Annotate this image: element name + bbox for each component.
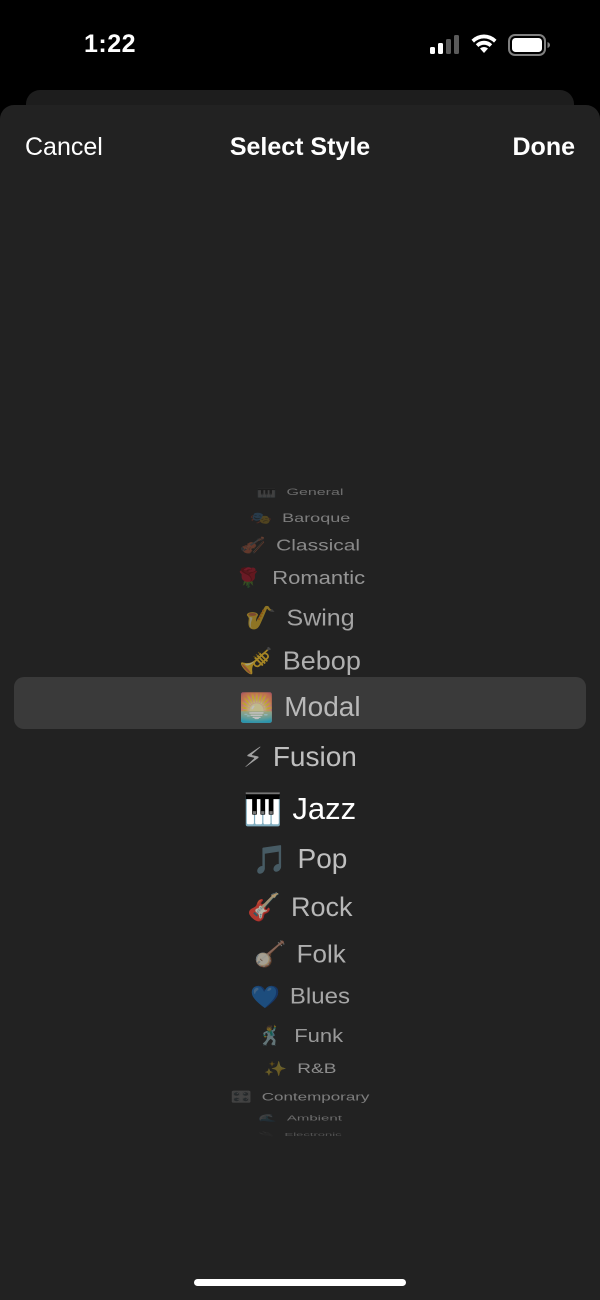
style-label: Contemporary [261,1090,370,1103]
style-emoji-icon: 💙 [250,984,280,1010]
style-emoji-icon: 🎛️ [230,1090,252,1103]
style-emoji-icon: 🎭 [249,511,273,525]
status-time: 1:22 [84,30,137,58]
picker-item[interactable]: 🎺 Bebop [0,642,600,680]
picker-item[interactable]: 🪕 Folk [0,935,600,973]
sheet-nav-bar: Cancel Select Style Done [0,105,600,195]
picker-item[interactable]: 🕺 Funk [0,1019,600,1053]
sheet-title: Select Style [229,133,371,161]
picker-item[interactable]: 🎹 General [0,482,600,504]
picker-item[interactable]: 🎷 Swing [0,600,600,637]
picker-item[interactable]: 🌹 Romantic [0,561,600,595]
style-emoji-icon: 🌊 [258,1114,277,1123]
style-emoji-icon: 🎻 [239,537,267,555]
done-button[interactable]: Done [513,133,576,162]
style-emoji-icon: 🕺 [256,1024,285,1047]
style-emoji-icon: 🌅 [239,691,275,723]
status-bar: 1:22 [0,0,600,92]
style-emoji-icon: 🔌 [258,1131,275,1137]
style-label: Folk [296,939,346,968]
style-label: Romantic [272,566,366,589]
style-emoji-icon: 🎷 [245,604,277,631]
style-label: Classical [276,537,361,555]
picker-item[interactable]: 💙 Blues [0,979,600,1016]
style-label: General [286,488,344,498]
style-picker-wheel[interactable]: 🎹 General 🎭 Baroque 🎻 Classical 🌹 Romantic 🎷 Swin… [0,375,600,1137]
style-emoji-icon: 🎸 [247,892,282,922]
style-label: Funk [294,1024,344,1047]
style-label: Blues [289,984,350,1009]
style-emoji-icon: ⚡ [243,741,263,773]
style-label: Swing [286,604,355,631]
style-label: Fusion [272,741,357,772]
picker-item[interactable]: ✨ R&B [0,1054,600,1084]
style-label: Bebop [282,646,361,675]
style-label: R&B [297,1060,337,1077]
style-label: Baroque [282,511,351,525]
style-emoji-icon: 🎵 [252,843,288,875]
style-emoji-icon: 🎹 [243,791,283,827]
style-emoji-icon: 🎹 [256,488,277,498]
style-label: Electronic [284,1131,342,1137]
picker-item[interactable]: ⚡ Fusion [0,737,600,777]
style-label: Pop [297,843,348,874]
cellular-signal-icon [430,34,462,54]
style-picker-sheet: Cancel Select Style Done 🎹 General 🎭 Baroqu… [0,105,600,1300]
picker-item[interactable]: 🎸 Rock [0,887,600,927]
wifi-icon [471,34,497,53]
picker-item[interactable]: 🌊 Ambient [0,1108,600,1128]
style-label: Jazz [292,791,357,826]
battery-icon [508,34,550,56]
style-label: Modal [284,691,361,722]
style-emoji-icon: 🪕 [254,939,287,968]
style-emoji-icon: 🌹 [234,566,263,589]
home-indicator[interactable] [194,1279,406,1286]
picker-item[interactable]: 🎵 Pop [0,839,600,879]
picker-item[interactable]: 🔌 Electronic [0,1127,600,1141]
style-label: Rock [291,891,353,922]
style-emoji-icon: ✨ [263,1061,288,1078]
style-label: Ambient [286,1113,342,1123]
picker-item[interactable]: 🎻 Classical [0,531,600,561]
picker-item[interactable]: 🎛️ Contemporary [0,1084,600,1110]
picker-item[interactable]: 🌅 Modal [0,687,600,727]
picker-item-selected[interactable]: 🎹 Jazz [0,789,600,829]
picker-item[interactable]: 🎭 Baroque [0,505,600,531]
style-emoji-icon: 🎺 [239,646,273,676]
